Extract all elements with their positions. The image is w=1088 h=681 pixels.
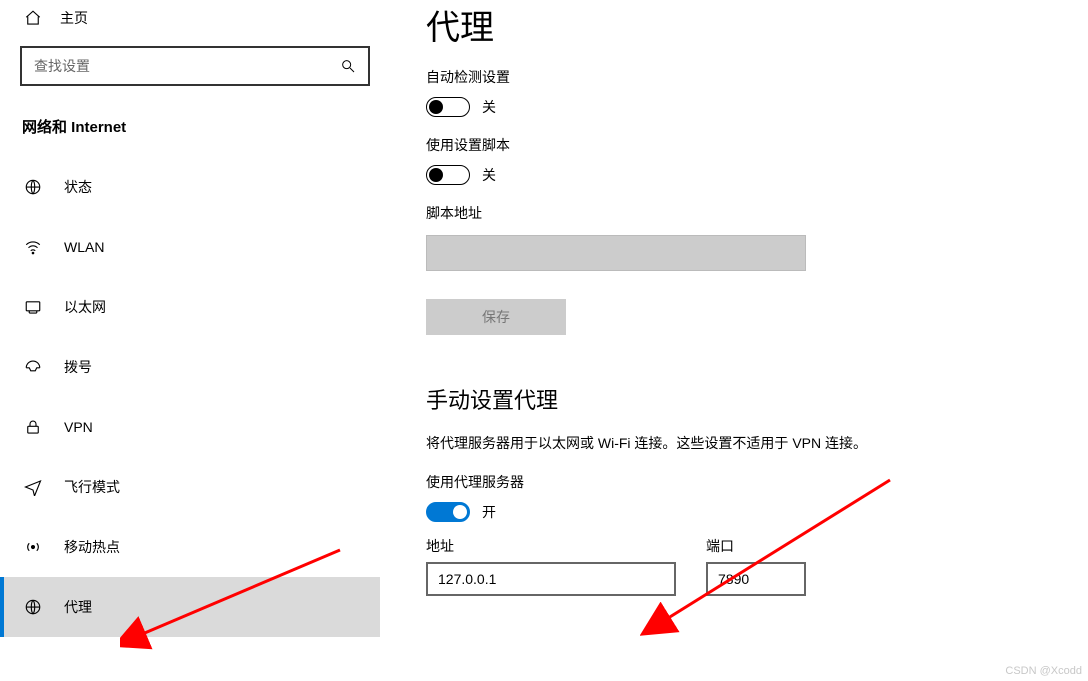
sidebar-item-home[interactable]: 主页 — [20, 0, 380, 46]
home-label: 主页 — [60, 8, 88, 28]
sidebar-item-airplane[interactable]: 飞行模式 — [20, 457, 380, 517]
sidebar-item-label: WLAN — [64, 239, 104, 255]
sidebar-item-label: 以太网 — [64, 297, 106, 317]
setup-script-state: 关 — [482, 165, 496, 185]
vpn-icon — [24, 418, 42, 436]
sidebar-nav-list: 状态 WLAN 以太网 拨号 VPN — [20, 157, 380, 637]
status-icon — [24, 178, 42, 196]
sidebar-item-label: 飞行模式 — [64, 477, 120, 497]
sidebar-item-dialup[interactable]: 拨号 — [20, 337, 380, 397]
sidebar-item-status[interactable]: 状态 — [20, 157, 380, 217]
main-content: 代理 自动检测设置 关 使用设置脚本 关 脚本地址 保存 手动设置代理 将代理服… — [426, 0, 1066, 596]
sidebar-item-hotspot[interactable]: 移动热点 — [20, 517, 380, 577]
use-proxy-state: 开 — [482, 502, 496, 522]
use-proxy-label: 使用代理服务器 — [426, 472, 1066, 492]
auto-detect-toggle[interactable] — [426, 97, 470, 117]
proxy-address-label: 地址 — [426, 536, 676, 556]
home-icon — [24, 9, 42, 27]
proxy-address-input[interactable] — [426, 562, 676, 596]
manual-proxy-description: 将代理服务器用于以太网或 Wi-Fi 连接。这些设置不适用于 VPN 连接。 — [426, 433, 1066, 454]
sidebar-item-proxy[interactable]: 代理 — [0, 577, 380, 637]
search-settings-box[interactable] — [20, 46, 370, 86]
wlan-icon — [24, 238, 42, 256]
page-title: 代理 — [426, 0, 1066, 49]
sidebar-item-label: 状态 — [64, 177, 92, 197]
setup-script-toggle[interactable] — [426, 165, 470, 185]
manual-proxy-title: 手动设置代理 — [426, 383, 1066, 415]
dialup-icon — [24, 358, 42, 376]
setup-script-label: 使用设置脚本 — [426, 135, 1066, 155]
sidebar-item-ethernet[interactable]: 以太网 — [20, 277, 380, 337]
sidebar-item-wlan[interactable]: WLAN — [20, 217, 380, 277]
sidebar-category-title: 网络和 Internet — [22, 116, 380, 137]
proxy-port-label: 端口 — [706, 536, 806, 556]
search-settings-input[interactable] — [34, 58, 340, 74]
sidebar-item-label: VPN — [64, 419, 93, 435]
watermark-text: CSDN @Xcodd — [1005, 665, 1082, 677]
script-address-label: 脚本地址 — [426, 203, 1066, 223]
auto-detect-label: 自动检测设置 — [426, 67, 1066, 87]
sidebar-item-label: 代理 — [64, 597, 92, 617]
proxy-icon — [24, 598, 42, 616]
airplane-icon — [24, 478, 42, 496]
proxy-port-input[interactable] — [706, 562, 806, 596]
settings-sidebar: 主页 网络和 Internet 状态 WLAN 以太网 — [0, 0, 380, 681]
sidebar-item-label: 拨号 — [64, 357, 92, 377]
ethernet-icon — [24, 298, 42, 316]
hotspot-icon — [24, 538, 42, 556]
sidebar-item-label: 移动热点 — [64, 537, 120, 557]
sidebar-item-vpn[interactable]: VPN — [20, 397, 380, 457]
search-icon — [340, 58, 356, 74]
auto-detect-state: 关 — [482, 97, 496, 117]
script-address-input — [426, 235, 806, 271]
save-button: 保存 — [426, 299, 566, 335]
use-proxy-toggle[interactable] — [426, 502, 470, 522]
